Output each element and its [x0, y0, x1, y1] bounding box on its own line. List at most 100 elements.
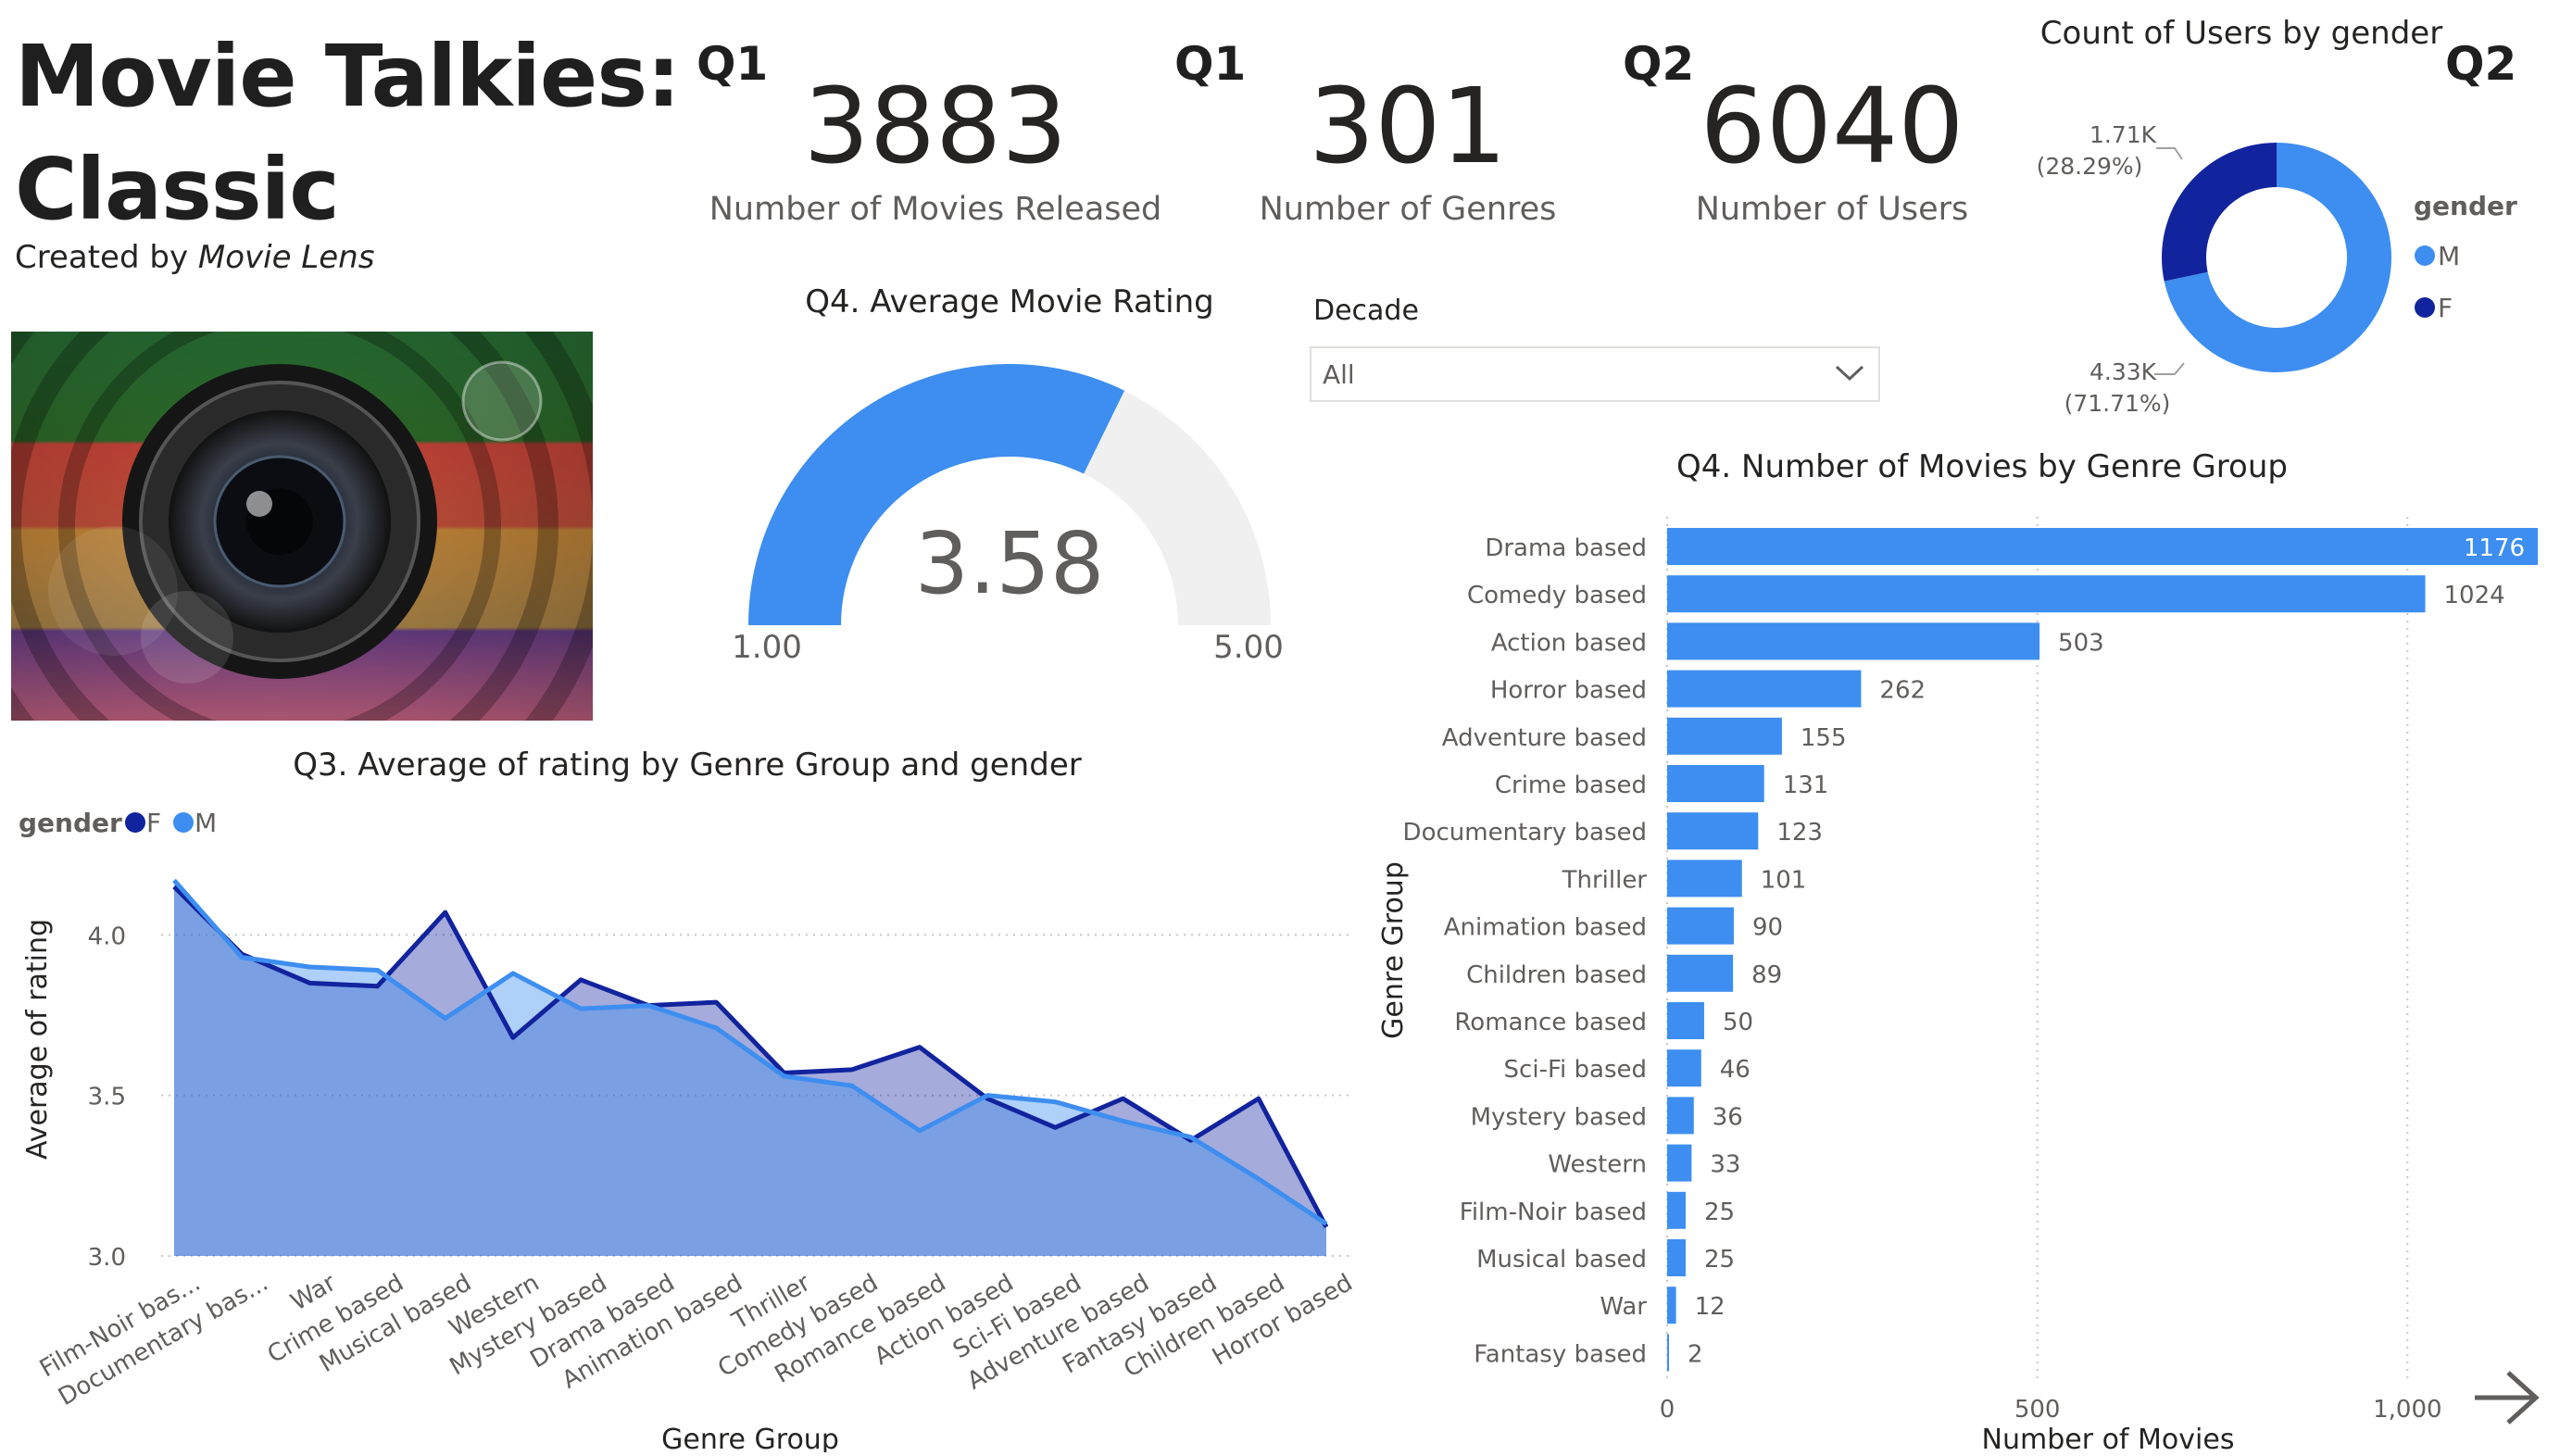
bar[interactable]	[1667, 1097, 1694, 1135]
donut-legend-m-dot	[2415, 245, 2435, 266]
area-y-tick: 4.0	[88, 923, 126, 950]
decade-slicer-value: All	[1323, 359, 1355, 390]
bar[interactable]	[1667, 1144, 1692, 1182]
bar-y-axis-title: Genre Group	[1377, 861, 1410, 1039]
bar[interactable]	[1667, 717, 1782, 755]
bar[interactable]	[1667, 1002, 1704, 1039]
donut-label-f-pct: (28.29%)	[2037, 153, 2143, 180]
bar-value-label: 1176	[2464, 534, 2525, 562]
bar-value-label: 89	[1751, 961, 1782, 989]
bar-value-label: 123	[1776, 819, 1823, 847]
kpi-users-value: 6040	[1700, 67, 1964, 187]
bar[interactable]	[1667, 575, 2426, 613]
bar-x-tick: 1,000	[2373, 1396, 2441, 1424]
area-chart-visual[interactable]: gender F M Average of rating Genre Group…	[0, 797, 1374, 1456]
bar[interactable]	[1667, 765, 1764, 802]
bar[interactable]	[1667, 622, 2040, 660]
bar-category-label: Comedy based	[1467, 582, 1647, 609]
bar-value-label: 503	[2058, 629, 2104, 657]
donut-legend-f-dot	[2415, 297, 2435, 318]
donut-leader-f	[2156, 147, 2183, 160]
bar-chart-title: Q4. Number of Movies by Genre Group	[1676, 448, 2288, 485]
donut-label-m-pct: (71.71%)	[2064, 390, 2171, 417]
bar-category-label: Horror based	[1490, 677, 1647, 705]
gauge-min-label: 1.00	[732, 629, 802, 666]
area-legend-title: gender	[19, 808, 122, 838]
bar[interactable]	[1667, 907, 1734, 945]
page-subtitle: Created by Movie Lens	[15, 239, 374, 276]
bar[interactable]	[1667, 812, 1759, 850]
bar-value-label: 36	[1713, 1103, 1743, 1131]
bar[interactable]	[1667, 860, 1742, 897]
bar-category-label: Animation based	[1444, 914, 1647, 942]
bar-category-label: Children based	[1466, 961, 1647, 989]
bar-category-label: Mystery based	[1471, 1103, 1647, 1131]
bar-value-label: 46	[1720, 1056, 1751, 1084]
bar-category-label: Romance based	[1454, 1009, 1647, 1036]
subtitle-source: Movie Lens	[197, 239, 375, 276]
bar[interactable]	[1667, 1334, 1669, 1372]
area-y-tick: 3.5	[88, 1084, 126, 1111]
bar-category-label: Crime based	[1495, 772, 1647, 799]
bar-value-label: 2	[1688, 1340, 1703, 1368]
bar-chart-visual[interactable]: Genre Group Number of Movies 0 500 1,000 D…	[1362, 500, 2560, 1456]
bar-value-label: 155	[1801, 724, 1847, 752]
kpi-movies-value: 3883	[803, 67, 1068, 187]
subtitle-prefix: Created by	[15, 239, 198, 276]
bar[interactable]	[1667, 528, 2538, 565]
bar-category-label: Film-Noir based	[1460, 1199, 1647, 1226]
gauge-value: 3.58	[915, 514, 1105, 613]
area-legend-m: M	[195, 808, 217, 838]
page-title-line1: Movie Talkies:	[15, 27, 681, 126]
bar-category-label: Sci-Fi based	[1504, 1056, 1647, 1084]
bar[interactable]	[1667, 1191, 1686, 1229]
bar[interactable]	[1667, 1287, 1676, 1324]
bar-category-label: Musical based	[1476, 1246, 1647, 1274]
decade-slicer-dropdown[interactable]: All	[1310, 346, 1880, 402]
bar[interactable]	[1667, 954, 1734, 992]
chevron-down-icon	[1834, 361, 1865, 387]
bar-category-label: Drama based	[1485, 534, 1647, 562]
bar-x-tick: 500	[2014, 1396, 2061, 1424]
bar-value-label: 1024	[2444, 582, 2505, 609]
gauge-max-label: 5.00	[1213, 629, 1284, 666]
donut-slice-f[interactable]	[2162, 143, 2277, 282]
donut-legend-f: F	[2438, 293, 2453, 323]
area-legend-m-dot	[173, 812, 194, 833]
bar[interactable]	[1667, 670, 1862, 708]
bar-value-label: 25	[1704, 1246, 1735, 1274]
donut-legend-m: M	[2438, 241, 2460, 271]
gauge-title: Q4. Average Movie Rating	[805, 283, 1214, 320]
arrow-right-icon[interactable]	[2469, 1365, 2543, 1447]
area-y-tick: 3.0	[88, 1244, 126, 1272]
donut-label-m-value: 4.33K	[2089, 358, 2157, 385]
area-chart-title: Q3. Average of rating by Genre Group and…	[293, 747, 1082, 784]
bar-x-axis-title: Number of Movies	[1982, 1424, 2235, 1452]
bar-value-label: 131	[1783, 772, 1829, 799]
bar-value-label: 12	[1695, 1293, 1725, 1321]
bar-value-label: 25	[1704, 1199, 1735, 1226]
kpi-genres-label: Number of Genres	[1259, 191, 1557, 228]
donut-leader-m	[2154, 362, 2185, 375]
bar-category-label: Adventure based	[1442, 724, 1647, 752]
area-fill-m	[174, 880, 1326, 1256]
bar-category-label: Thriller	[1562, 866, 1648, 894]
bar[interactable]	[1667, 1049, 1701, 1087]
gauge-visual[interactable]: 3.58 1.00 5.00	[722, 333, 1297, 667]
camera-lens-image	[11, 332, 593, 721]
bar-category-label: Action based	[1491, 629, 1647, 657]
bar-category-label: Documentary based	[1403, 819, 1647, 847]
page-title-line2: Classic	[15, 140, 340, 239]
bar[interactable]	[1667, 1239, 1686, 1276]
bar-value-label: 90	[1752, 914, 1783, 942]
kpi-movies-label: Number of Movies Released	[709, 191, 1162, 228]
bar-value-label: 50	[1723, 1009, 1753, 1036]
area-y-axis-title: Average of rating	[21, 919, 54, 1160]
donut-visual[interactable]: 1.71K (28.29%) 4.33K (71.71%) gender M F	[2019, 111, 2556, 426]
bar-value-label: 262	[1879, 677, 1926, 705]
bar-value-label: 33	[1710, 1151, 1740, 1179]
area-x-axis-title: Genre Group	[661, 1424, 839, 1452]
bar-x-tick: 0	[1660, 1396, 1675, 1424]
kpi-users-label: Number of Users	[1695, 191, 1969, 228]
bar-value-label: 101	[1761, 866, 1807, 894]
